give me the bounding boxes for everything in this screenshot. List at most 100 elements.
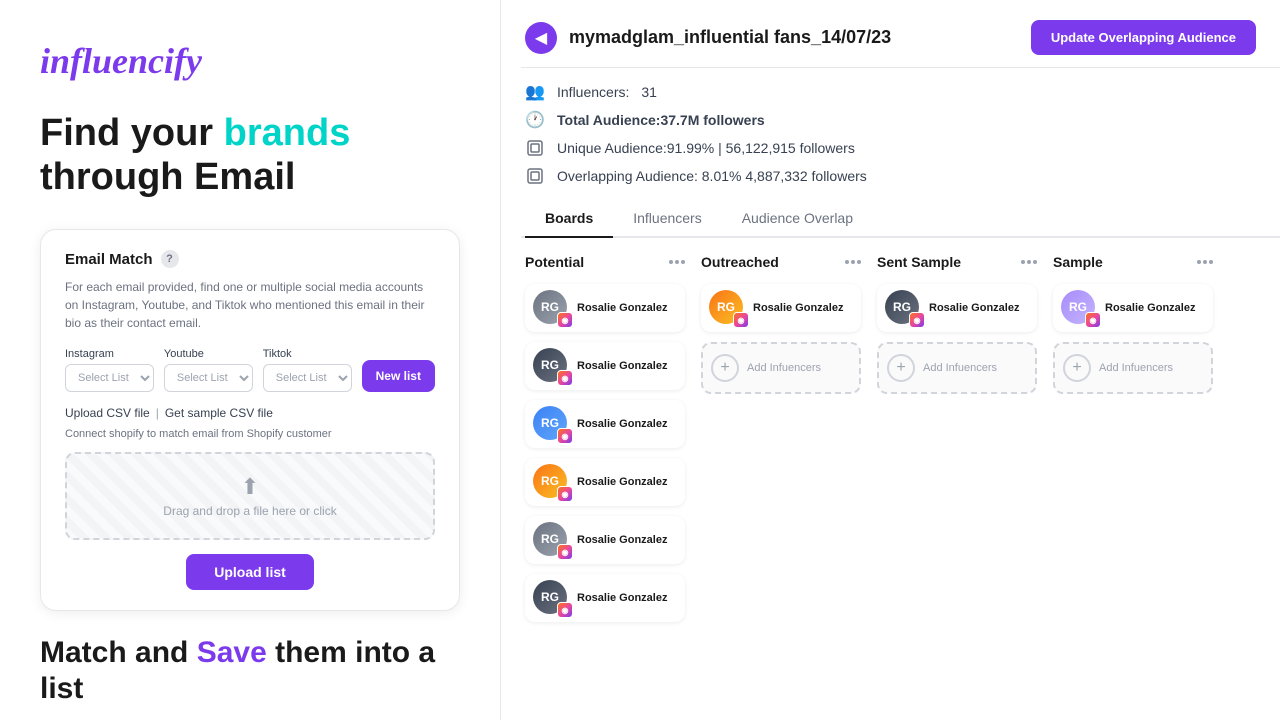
add-influencer-text: Add Infuencers <box>747 362 821 374</box>
csv-row: Upload CSV file | Get sample CSV file <box>65 406 435 420</box>
avatar: RG ◉ <box>533 464 569 500</box>
unique-audience-text: Unique Audience:91.99% | 56,122,915 foll… <box>557 140 855 156</box>
logo: influencify <box>40 40 460 82</box>
instagram-badge: ◉ <box>557 602 573 618</box>
board-sample-menu[interactable] <box>1197 260 1213 264</box>
upload-csv-link[interactable]: Upload CSV file <box>65 406 150 420</box>
email-card-header: Email Match ? <box>65 250 435 268</box>
headline-brands: brands <box>224 112 351 154</box>
board-potential-menu[interactable] <box>669 260 685 264</box>
board-outreached-title: Outreached <box>701 254 779 270</box>
influencer-name: Rosalie Gonzalez <box>577 359 667 373</box>
board-sample-header: Sample <box>1053 254 1213 270</box>
update-overlapping-button[interactable]: Update Overlapping Audience <box>1031 20 1256 55</box>
list-item[interactable]: RG ◉ Rosalie Gonzalez <box>525 342 685 390</box>
tabs: Boards Influencers Audience Overlap <box>501 200 1280 238</box>
list-item[interactable]: RG ◉ Rosalie Gonzalez <box>877 284 1037 332</box>
influencer-name: Rosalie Gonzalez <box>577 533 667 547</box>
shopify-text: Connect shopify to match email from Shop… <box>65 428 435 440</box>
email-match-title: Email Match <box>65 251 153 268</box>
total-audience-label: Total Audience:37.7M followers <box>557 112 765 128</box>
bottom-text1: Match and <box>40 636 197 669</box>
avatar: RG ◉ <box>709 290 745 326</box>
help-icon[interactable]: ? <box>161 250 179 268</box>
board-sample-title: Sample <box>1053 254 1103 270</box>
list-item[interactable]: RG ◉ Rosalie Gonzalez <box>525 284 685 332</box>
tiktok-group: Tiktok Select List <box>263 348 352 392</box>
tab-boards[interactable]: Boards <box>525 200 613 238</box>
instagram-badge: ◉ <box>557 370 573 386</box>
instagram-badge: ◉ <box>1085 312 1101 328</box>
avatar: RG ◉ <box>533 580 569 616</box>
dropzone-text: Drag and drop a file here or click <box>87 504 413 518</box>
add-influencer-text: Add Infuencers <box>923 362 997 374</box>
bottom-save: Save <box>197 636 267 669</box>
list-item[interactable]: RG ◉ Rosalie Gonzalez <box>525 400 685 448</box>
influencer-name: Rosalie Gonzalez <box>753 301 843 315</box>
list-item[interactable]: RG ◉ Rosalie Gonzalez <box>525 516 685 564</box>
boards-container: Potential RG ◉ Rosalie Gonzalez RG ◉ Ros… <box>501 238 1280 720</box>
overlapping-audience-icon <box>525 166 545 186</box>
logo-accent: fy <box>174 41 202 81</box>
add-influencer-card[interactable]: + Add Infuencers <box>701 342 861 394</box>
board-sent-sample-title: Sent Sample <box>877 254 961 270</box>
board-sample: Sample RG ◉ Rosalie Gonzalez + Add Infue… <box>1053 254 1213 704</box>
campaign-title: mymadglam_influential fans_14/07/23 <box>569 27 891 48</box>
add-influencer-text: Add Infuencers <box>1099 362 1173 374</box>
email-match-card: Email Match ? For each email provided, f… <box>40 229 460 611</box>
list-item[interactable]: RG ◉ Rosalie Gonzalez <box>1053 284 1213 332</box>
header-left: ◀ mymadglam_influential fans_14/07/23 <box>525 22 891 54</box>
add-circle-icon: + <box>887 354 915 382</box>
upload-icon: ⬆ <box>87 474 413 500</box>
youtube-select[interactable]: Select List <box>164 364 253 392</box>
right-panel: ◀ mymadglam_influential fans_14/07/23 Up… <box>500 0 1280 720</box>
add-influencer-card[interactable]: + Add Infuencers <box>877 342 1037 394</box>
stats-section: 👥 Influencers: 31 🕐 Total Audience:37.7M… <box>501 68 1280 196</box>
instagram-label: Instagram <box>65 348 154 360</box>
tab-influencers[interactable]: Influencers <box>613 200 721 238</box>
stat-overlapping-audience: Overlapping Audience: 8.01% 4,887,332 fo… <box>525 166 1256 186</box>
influencers-label: Influencers: <box>557 84 629 100</box>
avatar: RG ◉ <box>885 290 921 326</box>
back-button[interactable]: ◀ <box>525 22 557 54</box>
sample-csv-link[interactable]: Get sample CSV file <box>165 406 273 420</box>
instagram-badge: ◉ <box>909 312 925 328</box>
influencer-name: Rosalie Gonzalez <box>577 475 667 489</box>
youtube-label: Youtube <box>164 348 253 360</box>
board-outreached-menu[interactable] <box>845 260 861 264</box>
headline-text2: through Email <box>40 156 295 198</box>
right-header: ◀ mymadglam_influential fans_14/07/23 Up… <box>501 0 1280 68</box>
instagram-select[interactable]: Select List <box>65 364 154 392</box>
board-sent-sample: Sent Sample RG ◉ Rosalie Gonzalez + Add … <box>877 254 1037 704</box>
stat-unique-audience: Unique Audience:91.99% | 56,122,915 foll… <box>525 138 1256 158</box>
board-sent-sample-menu[interactable] <box>1021 260 1037 264</box>
add-circle-icon: + <box>1063 354 1091 382</box>
avatar: RG ◉ <box>533 406 569 442</box>
avatar: RG ◉ <box>533 522 569 558</box>
csv-separator: | <box>156 406 159 420</box>
add-influencer-card[interactable]: + Add Infuencers <box>1053 342 1213 394</box>
unique-audience-icon <box>525 138 545 158</box>
influencer-name: Rosalie Gonzalez <box>1105 301 1195 315</box>
influencers-value: 31 <box>641 84 657 100</box>
tiktok-select[interactable]: Select List <box>263 364 352 392</box>
tiktok-label: Tiktok <box>263 348 352 360</box>
tab-audience-overlap[interactable]: Audience Overlap <box>722 200 873 238</box>
list-item[interactable]: RG ◉ Rosalie Gonzalez <box>525 574 685 622</box>
instagram-group: Instagram Select List <box>65 348 154 392</box>
dropzone[interactable]: ⬆ Drag and drop a file here or click <box>65 452 435 540</box>
total-audience-icon: 🕐 <box>525 110 545 130</box>
add-circle-icon: + <box>711 354 739 382</box>
headline-text1: Find your <box>40 112 224 154</box>
list-item[interactable]: RG ◉ Rosalie Gonzalez <box>701 284 861 332</box>
list-item[interactable]: RG ◉ Rosalie Gonzalez <box>525 458 685 506</box>
board-potential-header: Potential <box>525 254 685 270</box>
instagram-badge: ◉ <box>557 486 573 502</box>
instagram-badge: ◉ <box>557 428 573 444</box>
new-list-button[interactable]: New list <box>362 360 435 392</box>
upload-list-button[interactable]: Upload list <box>186 554 314 590</box>
board-outreached-header: Outreached <box>701 254 861 270</box>
influencers-icon: 👥 <box>525 82 545 102</box>
avatar: RG ◉ <box>1061 290 1097 326</box>
influencer-name: Rosalie Gonzalez <box>577 417 667 431</box>
